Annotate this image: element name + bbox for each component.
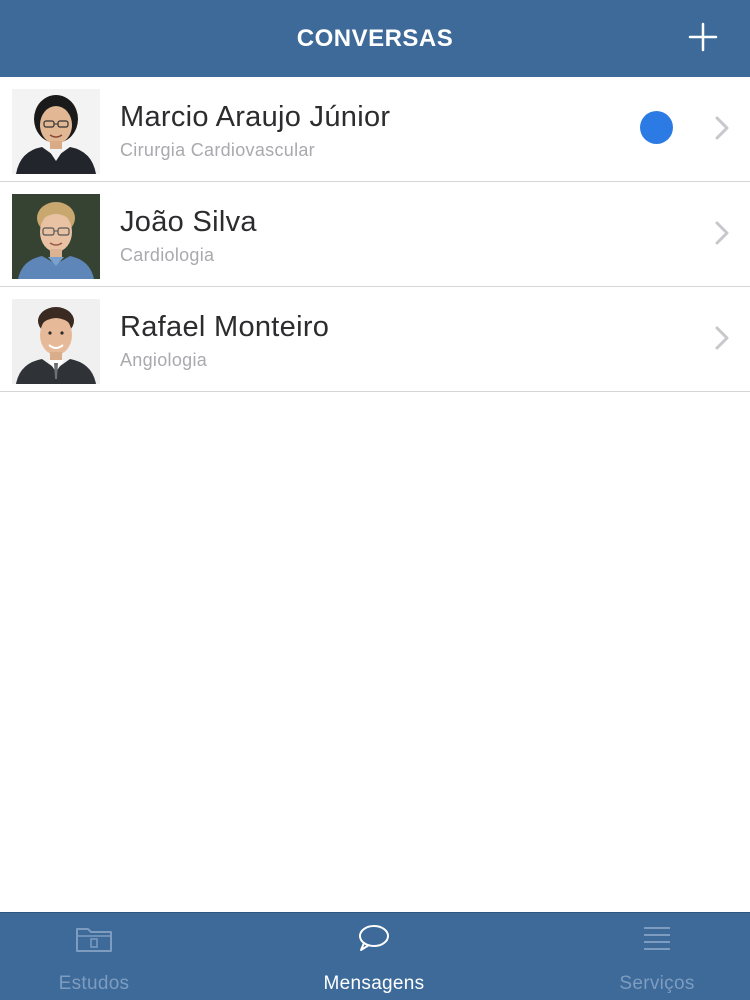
conversation-row[interactable]: Rafael Monteiro Angiologia — [0, 287, 750, 392]
chat-bubble-icon — [354, 923, 394, 955]
contact-specialty: Cardiologia — [120, 245, 215, 265]
avatar — [12, 299, 100, 384]
conversation-row[interactable]: Marcio Araujo Júnior Cirurgia Cardiovasc… — [0, 77, 750, 182]
tab-mensagens[interactable]: Mensagens — [274, 913, 474, 1000]
conversation-list: Marcio Araujo Júnior Cirurgia Cardiovasc… — [0, 77, 750, 392]
tab-label: Estudos — [58, 973, 130, 994]
chevron-right-icon — [715, 221, 729, 245]
add-conversation-button[interactable] — [688, 22, 718, 52]
contact-name: João Silva — [120, 206, 257, 238]
tab-label: Mensagens — [323, 973, 425, 994]
folder-icon — [74, 923, 114, 955]
chevron-right-icon — [715, 116, 729, 140]
contact-name: Rafael Monteiro — [120, 311, 330, 343]
conversations-screen: CONVERSAS Marcio Araujo Júnior Cirurgia … — [0, 0, 750, 1000]
tab-servicos[interactable]: Serviços — [557, 913, 750, 1000]
unread-indicator — [640, 111, 673, 144]
conversation-row[interactable]: João Silva Cardiologia — [0, 182, 750, 287]
avatar — [12, 89, 100, 174]
contact-specialty: Angiologia — [120, 350, 208, 370]
tab-estudos[interactable]: Estudos — [0, 913, 194, 1000]
chevron-right-icon — [715, 326, 729, 350]
tab-bar: Estudos Mensagens Serviços — [0, 912, 750, 1000]
tab-label: Serviços — [619, 973, 695, 994]
contact-name: Marcio Araujo Júnior — [120, 101, 391, 133]
page-title: CONVERSAS — [296, 24, 454, 52]
nav-bar: CONVERSAS — [0, 0, 750, 77]
avatar — [12, 194, 100, 279]
list-icon — [637, 923, 677, 955]
plus-icon — [688, 22, 718, 52]
contact-specialty: Cirurgia Cardiovascular — [120, 140, 315, 160]
